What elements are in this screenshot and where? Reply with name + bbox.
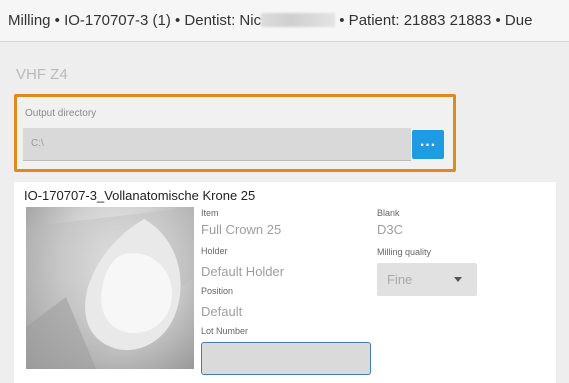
output-directory-field[interactable]: C:\ (23, 128, 411, 161)
breadcrumb-start: Milling • IO-170707-3 (1) • Dentist: Nic (8, 12, 262, 29)
blank-label: Blank (377, 208, 400, 218)
output-directory-panel: Output directory C:\ ... (14, 94, 456, 172)
holder-label: Holder (201, 246, 228, 256)
holder-value: Default Holder (201, 264, 285, 279)
job-title: IO-170707-3_Vollanatomische Krone 25 (24, 188, 256, 203)
item-label: Item (201, 208, 219, 218)
redacted-name (261, 13, 336, 27)
milling-job-card: IO-170707-3_Vollanatomische Krone 25 Ite… (14, 182, 556, 383)
breadcrumb-end: • Patient: 21883 21883 • Due (339, 12, 533, 29)
lot-number-input[interactable] (201, 342, 371, 375)
browse-button[interactable]: ... (412, 130, 444, 159)
chevron-down-icon (454, 277, 462, 282)
milling-quality-select[interactable]: Fine (377, 263, 477, 296)
output-directory-value: C:\ (31, 138, 44, 149)
item-value: Full Crown 25 (201, 222, 282, 237)
milling-quality-label: Milling quality (377, 247, 432, 257)
lot-number-label: Lot Number (201, 326, 249, 336)
title-bar: Milling • IO-170707-3 (1) • Dentist: Nic… (0, 0, 569, 42)
position-label: Position (201, 286, 234, 296)
output-directory-label: Output directory (25, 108, 97, 119)
blank-value: D3C (377, 222, 404, 237)
milling-quality-value: Fine (387, 272, 413, 287)
crown-preview-image (26, 207, 194, 369)
device-name: VHF Z4 (16, 66, 68, 83)
position-value: Default (201, 304, 243, 319)
